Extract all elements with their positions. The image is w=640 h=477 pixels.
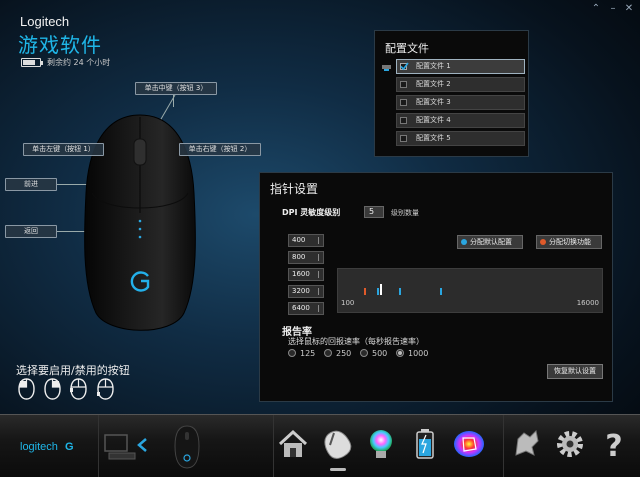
dpi-levels-label: DPI 灵敏度级别	[282, 208, 341, 217]
back-button-label[interactable]: 返回	[5, 225, 57, 238]
divider	[503, 415, 504, 477]
toggle-right-button-icon[interactable]	[44, 378, 61, 400]
divider	[273, 415, 274, 477]
checkbox-icon[interactable]	[400, 81, 407, 88]
left-button-label[interactable]: 单击左键（按钮 1）	[23, 143, 104, 156]
profiles-title: 配置文件	[385, 42, 429, 55]
heatmap-icon[interactable]	[452, 427, 486, 461]
dpi-level-4[interactable]: 3200	[288, 285, 324, 298]
dpi-level-2[interactable]: 800	[288, 251, 324, 264]
profile-item-label: 配置文件 2	[416, 80, 451, 88]
dpi-level-5[interactable]: 6400	[288, 302, 324, 315]
collapse-button[interactable]: ⌃	[589, 3, 603, 14]
computer-icon	[104, 434, 136, 460]
dpi-slider[interactable]: 100 16000	[337, 268, 603, 313]
lighting-icon[interactable]	[364, 427, 398, 461]
checkbox-checked-icon[interactable]	[400, 62, 409, 71]
toggle-forward-button-icon[interactable]	[70, 378, 87, 400]
assign-default-label: 分配默认配置	[470, 238, 512, 246]
customize-buttons-icon[interactable]	[320, 427, 354, 461]
profile-item[interactable]: 配置文件 4	[396, 113, 525, 128]
dpi-marker-1600[interactable]	[380, 284, 382, 295]
button-toggle-caption: 选择要启用/禁用的按钮	[16, 364, 130, 377]
profile-item[interactable]: 配置文件 2	[396, 77, 525, 92]
middle-button-label[interactable]: 单击中键（按钮 3）	[135, 82, 217, 95]
divider	[98, 415, 99, 477]
dpi-marker-6400[interactable]	[440, 288, 442, 295]
profile-item-label: 配置文件 5	[416, 134, 451, 142]
rate-250-radio[interactable]: 250	[324, 349, 351, 358]
right-button-label[interactable]: 单击右键（按钮 2）	[179, 143, 261, 156]
dpi-level-1[interactable]: 400	[288, 234, 324, 247]
checkbox-icon[interactable]	[400, 117, 407, 124]
rate-500-radio[interactable]: 500	[360, 349, 387, 358]
game-profiles-icon[interactable]	[510, 427, 544, 461]
profiles-panel: 配置文件 配置文件 1 配置文件 2 配置文件 3 配置文件 4 配置文件 5	[374, 30, 529, 157]
bottom-bar: logitech G ?	[0, 414, 640, 477]
help-icon[interactable]: ?	[597, 427, 631, 461]
report-rate-subtitle: 选择鼠标的回报速率（每秒报告速率）	[288, 337, 424, 346]
app-window: ⌃ – ✕ Logitech 游戏软件 剩余约 24 个小时 单击中键（按钮 3…	[0, 0, 640, 477]
toggle-left-button-icon[interactable]	[18, 378, 35, 400]
rate-1000-radio[interactable]: 1000	[396, 349, 428, 358]
checkbox-icon[interactable]	[400, 99, 407, 106]
profile-item[interactable]: 配置文件 3	[396, 95, 525, 110]
chevron-left-icon[interactable]	[136, 437, 148, 453]
restore-defaults-button[interactable]: 恢复默认设置	[547, 364, 603, 379]
profile-item[interactable]: 配置文件 1	[396, 59, 525, 74]
battery-status: 剩余约 24 个小时	[47, 58, 111, 67]
profile-item-label: 配置文件 1	[416, 62, 451, 70]
profile-item-label: 配置文件 4	[416, 116, 451, 124]
battery-icon	[21, 58, 43, 67]
active-profile-icon	[382, 65, 391, 71]
profile-item-label: 配置文件 3	[416, 98, 451, 106]
gear-icon[interactable]	[553, 427, 587, 461]
assign-shift-label: 分配切换功能	[549, 238, 591, 246]
home-icon[interactable]	[276, 427, 310, 461]
slider-min-label: 100	[341, 299, 355, 307]
dpi-level-count-unit: 级别数量	[391, 209, 419, 217]
assign-shift-button[interactable]: 分配切换功能	[536, 235, 602, 249]
minimize-button[interactable]: –	[606, 3, 620, 14]
toggle-back-button-icon[interactable]	[97, 378, 114, 400]
battery-power-icon[interactable]	[408, 427, 442, 461]
checkbox-icon[interactable]	[400, 135, 407, 142]
device-mouse-icon[interactable]	[173, 424, 201, 470]
shift-dot-icon	[540, 239, 546, 245]
svg-text:?: ?	[605, 429, 622, 461]
close-button[interactable]: ✕	[622, 3, 636, 14]
active-tab-indicator	[330, 468, 346, 471]
dpi-marker-400[interactable]	[364, 288, 366, 295]
profile-item[interactable]: 配置文件 5	[396, 131, 525, 146]
app-title: 游戏软件	[18, 33, 102, 57]
logitech-logo: logitech G	[20, 441, 74, 453]
forward-button-label[interactable]: 前进	[5, 178, 57, 191]
g-logo-icon: G	[64, 441, 74, 453]
dpi-marker-3200[interactable]	[399, 288, 401, 295]
pointer-settings-title: 指针设置	[270, 182, 319, 196]
dpi-marker-800[interactable]	[377, 288, 379, 295]
dpi-level-3[interactable]: 1600	[288, 268, 324, 281]
pointer-settings-panel: 指针设置 DPI 灵敏度级别 5 级别数量 400 800 1600 3200 …	[259, 172, 613, 402]
slider-max-label: 16000	[576, 299, 599, 307]
rate-125-radio[interactable]: 125	[288, 349, 315, 358]
assign-default-button[interactable]: 分配默认配置	[457, 235, 523, 249]
dpi-level-count-input[interactable]: 5	[364, 206, 384, 218]
default-dot-icon	[461, 239, 467, 245]
brand-name: Logitech	[20, 14, 70, 29]
